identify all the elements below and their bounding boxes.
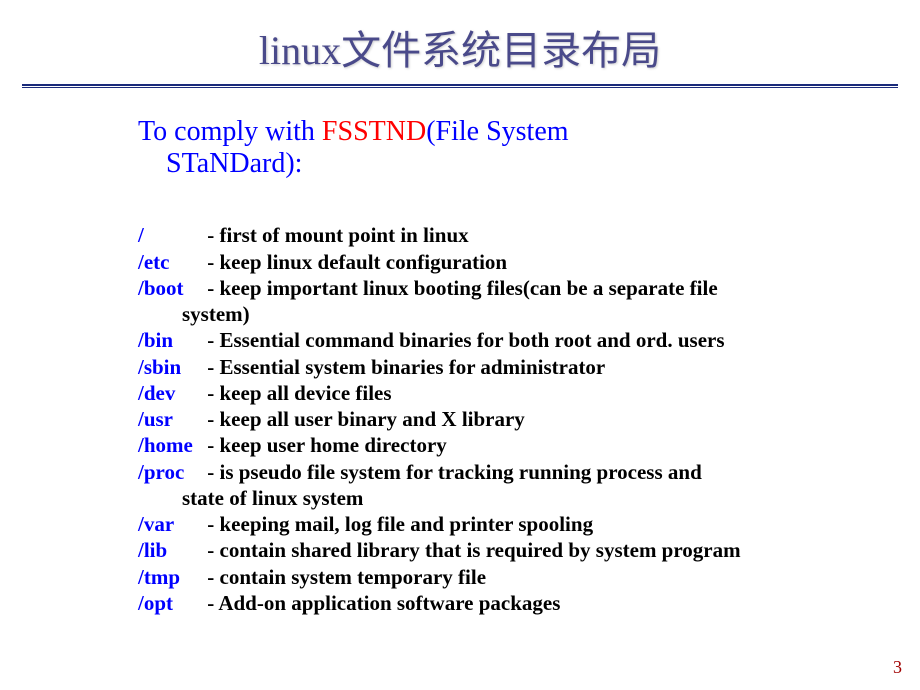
dir-path: /dev: [138, 380, 202, 406]
dir-path: /: [138, 222, 202, 248]
dir-row: /lib - contain shared library that is re…: [138, 537, 890, 563]
dir-row: /proc - is pseudo file system for tracki…: [138, 459, 890, 512]
dir-row: /etc - keep linux default configuration: [138, 249, 890, 275]
dir-row: /sbin - Essential system binaries for ad…: [138, 354, 890, 380]
dir-path: /opt: [138, 590, 202, 616]
intro-red: FSSTND: [322, 116, 426, 147]
title-divider: [22, 84, 898, 88]
dir-row: /var - keeping mail, log file and printe…: [138, 511, 890, 537]
dir-row: /bin - Essential command binaries for bo…: [138, 327, 890, 353]
dir-row: /tmp - contain system temporary file: [138, 564, 890, 590]
dir-desc: - keep all user binary and X library: [207, 407, 525, 431]
dir-path: /proc: [138, 459, 202, 485]
dir-row: /dev - keep all device files: [138, 380, 890, 406]
dir-row: /usr - keep all user binary and X librar…: [138, 406, 890, 432]
dir-row: /opt - Add-on application software packa…: [138, 590, 890, 616]
dir-desc: - is pseudo file system for tracking run…: [207, 460, 702, 484]
dir-row: / - first of mount point in linux: [138, 222, 890, 248]
dir-desc-cont: system): [138, 301, 890, 327]
dir-path: /tmp: [138, 564, 202, 590]
dir-desc: - keep user home directory: [207, 433, 447, 457]
directory-list: / - first of mount point in linux /etc -…: [138, 222, 890, 616]
dir-path: /boot: [138, 275, 202, 301]
dir-desc: - first of mount point in linux: [207, 223, 468, 247]
dir-desc-cont: state of linux system: [138, 485, 890, 511]
intro-suffix: (File System: [426, 116, 568, 147]
dir-desc: - contain shared library that is require…: [207, 538, 740, 562]
divider-container: [0, 84, 920, 88]
dir-path: /usr: [138, 406, 202, 432]
dir-desc: - keep all device files: [207, 381, 391, 405]
dir-desc: - keep important linux booting files(can…: [207, 276, 717, 300]
page-number: 3: [893, 657, 902, 678]
intro-line2: STaNDard):: [138, 148, 302, 179]
dir-path: /sbin: [138, 354, 202, 380]
content: To comply with FSSTND(File System STaNDa…: [0, 116, 920, 616]
dir-desc: - Essential system binaries for administ…: [207, 355, 605, 379]
intro-prefix: To comply with: [138, 116, 322, 147]
dir-row: /boot - keep important linux booting fil…: [138, 275, 890, 328]
dir-desc: - keep linux default configuration: [207, 250, 507, 274]
slide-title: linux文件系统目录布局: [0, 0, 920, 84]
dir-desc: - keeping mail, log file and printer spo…: [207, 512, 593, 536]
dir-desc: - Add-on application software packages: [207, 591, 560, 615]
dir-path: /var: [138, 511, 202, 537]
dir-desc: - Essential command binaries for both ro…: [207, 328, 724, 352]
dir-desc: - contain system temporary file: [207, 565, 486, 589]
dir-row: /home - keep user home directory: [138, 432, 890, 458]
dir-path: /etc: [138, 249, 202, 275]
dir-path: /bin: [138, 327, 202, 353]
dir-path: /lib: [138, 537, 202, 563]
intro-text: To comply with FSSTND(File System STaNDa…: [138, 116, 890, 180]
dir-path: /home: [138, 432, 202, 458]
